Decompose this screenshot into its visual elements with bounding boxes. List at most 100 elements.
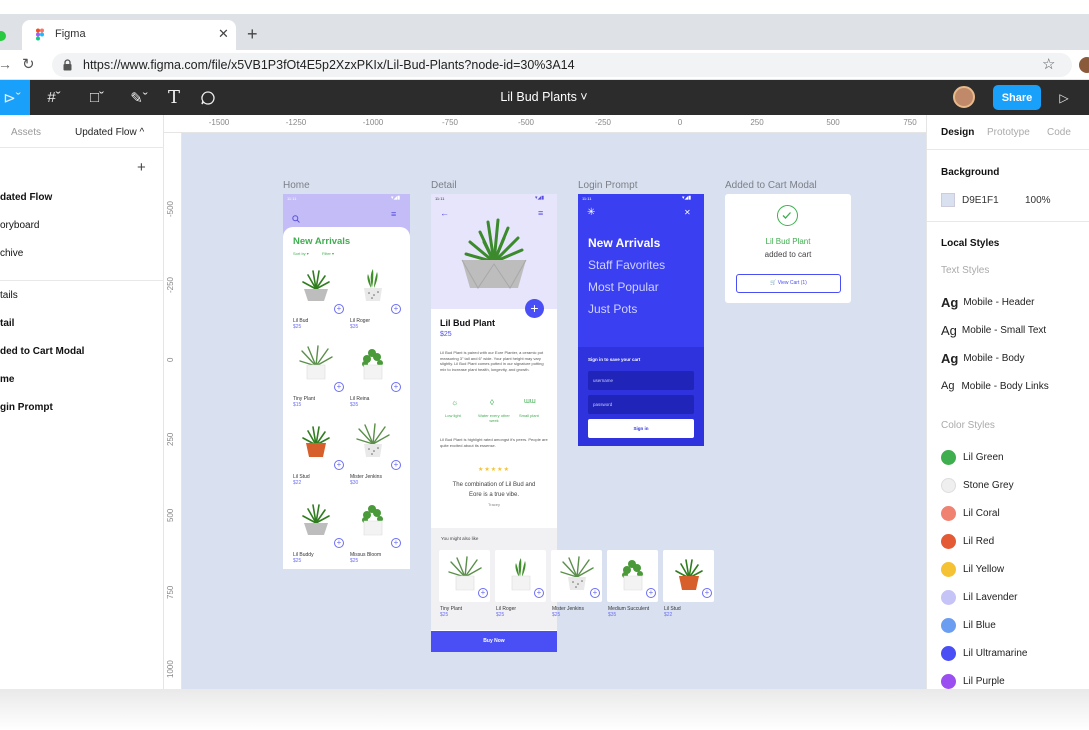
frame-home[interactable]: 11:11 ▾◢▮ ≡ New Arrivals Sort by ▾ Filte… [283,194,410,569]
also-like-card[interactable]: + Medium Succulent $35 [607,550,658,622]
file-name[interactable]: Lil Bud Plants ˅ [444,90,644,104]
color-style-item[interactable]: Lil Green [941,450,1004,465]
add-icon[interactable]: + [534,588,544,598]
product-card[interactable]: + Missus Bloom $25 [348,497,401,569]
close-icon[interactable]: ✕ [684,208,691,217]
also-like-card[interactable]: + Tiny Plant $25 [439,550,490,622]
browser-tab[interactable]: Figma ✕ [22,20,236,50]
password-field[interactable]: password [588,395,694,414]
comment-tool-icon[interactable] [197,80,219,115]
frame-added-to-cart-modal[interactable]: Lil Bud Plant added to cart 🛒 View Cart … [725,194,851,303]
buy-now-button[interactable]: Buy Now [431,631,557,652]
text-style-mobile-header[interactable]: Ag Mobile - Header [941,295,1035,310]
text-style-mobile-small[interactable]: Ag Mobile - Small Text [941,323,1046,338]
background-opacity[interactable]: 100% [1025,195,1051,206]
product-card[interactable]: + Lil Roger $35 [348,263,401,337]
add-icon[interactable]: + [478,588,488,598]
reload-icon[interactable]: ↻ [22,55,35,73]
text-style-mobile-body-links[interactable]: Ag Mobile - Body Links [941,380,1049,392]
product-card[interactable]: + Lil Reina $35 [348,341,401,415]
add-page-icon[interactable]: + [137,159,146,176]
back-arrow-icon[interactable]: ← [440,208,449,218]
add-icon[interactable]: + [334,382,344,392]
also-like-card[interactable]: + Lil Stud $22 [663,550,714,622]
text-tool-icon[interactable]: T [163,80,185,115]
tab-code[interactable]: Code [1047,127,1071,138]
view-cart-button[interactable]: 🛒 View Cart (1) [736,274,841,293]
menu-item-staff-favorites[interactable]: Staff Favorites [588,258,665,272]
add-icon[interactable]: + [391,460,401,470]
color-style-item[interactable]: Lil Purple [941,674,1005,689]
product-card[interactable]: + Lil Buddy $25 [291,497,344,569]
color-style-item[interactable]: Lil Blue [941,618,996,633]
product-card[interactable]: + Mister Jenkins $30 [348,419,401,493]
color-style-item[interactable]: Lil Red [941,534,994,549]
background-hex[interactable]: D9E1F1 [962,195,999,206]
product-card[interactable]: + Lil Bud $25 [291,263,344,337]
layer-item-home[interactable]: me [0,374,14,385]
new-tab-icon[interactable]: + [247,24,258,45]
menu-item-new-arrivals[interactable]: New Arrivals [588,236,660,250]
tab-close-icon[interactable]: ✕ [218,26,229,42]
figma-logo-icon [36,28,44,41]
username-field[interactable]: username [588,371,694,390]
color-style-label: Stone Grey [963,480,1014,491]
tab-prototype[interactable]: Prototype [987,127,1030,138]
color-style-item[interactable]: Stone Grey [941,478,1014,493]
sort-dropdown[interactable]: Sort by ▾ [293,251,309,256]
product-card[interactable]: + Tiny Plant $15 [291,341,344,415]
menu-icon[interactable]: ≡ [538,208,543,218]
tab-design[interactable]: Design [941,127,974,138]
page-item-archive[interactable]: chive [0,248,23,259]
page-item-storyboard[interactable]: oryboard [0,220,39,231]
color-style-item[interactable]: Lil Ultramarine [941,646,1027,661]
frame-tool-icon[interactable]: #ˇ [38,80,70,115]
shape-tool-icon[interactable]: □ˇ [80,80,114,115]
share-button[interactable]: Share [993,85,1041,110]
add-icon[interactable]: + [334,460,344,470]
move-tool-icon[interactable]: ⊳ˇ [0,80,30,115]
pen-tool-icon[interactable]: ✎ˇ [122,80,156,115]
frame-login-prompt[interactable]: 11:11 ▾◢▮ ✳ ✕ New Arrivals Staff Favorit… [578,194,704,446]
color-style-item[interactable]: Lil Coral [941,506,1000,521]
search-icon[interactable] [292,210,300,228]
present-play-icon[interactable]: ▷ [1054,80,1074,115]
add-icon[interactable]: + [391,304,401,314]
add-icon[interactable]: + [702,588,712,598]
layer-item-details[interactable]: tails [0,290,18,301]
color-style-item[interactable]: Lil Lavender [941,590,1017,605]
frame-label-detail[interactable]: Detail [431,180,457,191]
also-like-card[interactable]: + Lil Roger $25 [495,550,546,622]
tab-assets[interactable]: Assets [11,127,41,138]
frame-label-modal[interactable]: Added to Cart Modal [725,180,817,191]
profile-avatar[interactable] [1079,57,1089,73]
product-card[interactable]: + Lil Stud $22 [291,419,344,493]
add-icon[interactable]: + [391,538,401,548]
layer-item-detail[interactable]: tail [0,318,14,329]
signin-button[interactable]: Sign in [588,419,694,438]
add-icon[interactable]: + [590,588,600,598]
background-swatch[interactable] [941,193,955,207]
layer-item-added-to-cart-modal[interactable]: ded to Cart Modal [0,346,84,357]
pages-dropdown[interactable]: Updated Flow ^ [75,127,144,138]
filter-dropdown[interactable]: Filter ▾ [322,251,334,256]
add-icon[interactable]: + [334,538,344,548]
color-style-item[interactable]: Lil Yellow [941,562,1004,577]
text-style-mobile-body[interactable]: Ag Mobile - Body [941,351,1024,366]
design-canvas[interactable]: Home 11:11 ▾◢▮ ≡ New Arrivals Sort by ▾ … [182,133,926,689]
add-to-cart-button[interactable]: + [525,299,544,318]
page-item-updated-flow[interactable]: dated Flow [0,192,52,203]
menu-icon[interactable]: ≡ [391,209,396,219]
layer-item-login-prompt[interactable]: gin Prompt [0,402,53,413]
user-avatar[interactable] [953,86,975,108]
menu-item-just-pots[interactable]: Just Pots [588,302,637,316]
forward-arrow-icon[interactable]: → [0,56,12,72]
add-icon[interactable]: + [334,304,344,314]
frame-label-login[interactable]: Login Prompt [578,180,637,191]
bookmark-star-icon[interactable]: ☆ [1042,55,1055,73]
frame-label-home[interactable]: Home [283,180,310,191]
menu-item-most-popular[interactable]: Most Popular [588,280,659,294]
add-icon[interactable]: + [646,588,656,598]
also-like-card[interactable]: + Mister Jenkins $25 [551,550,602,622]
add-icon[interactable]: + [391,382,401,392]
